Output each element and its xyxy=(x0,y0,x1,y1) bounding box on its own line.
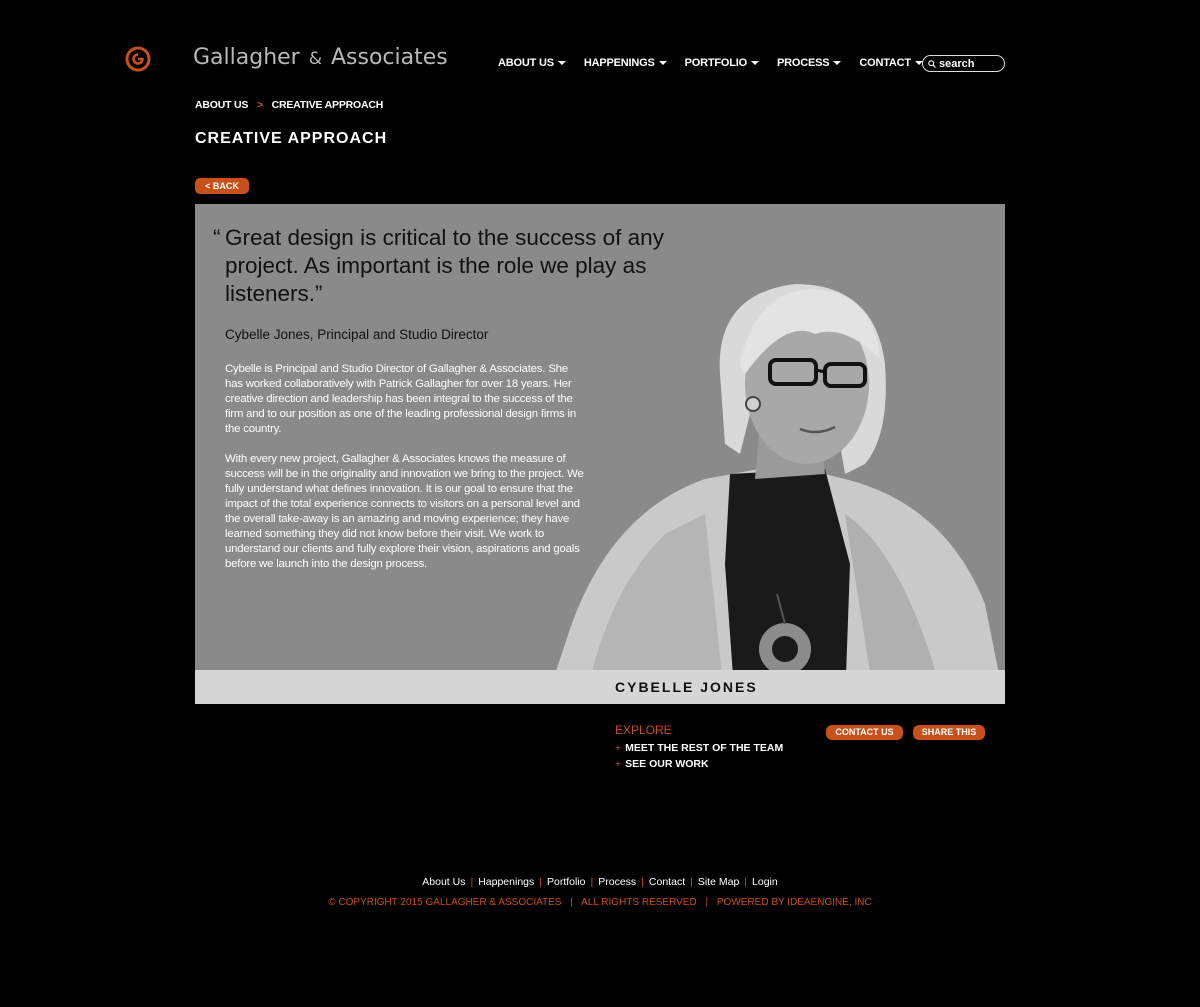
bio-text: Cybelle is Principal and Studio Director… xyxy=(225,362,585,587)
main-nav: ABOUT US HAPPENINGS PORTFOLIO PROCESS CO… xyxy=(498,57,941,69)
nav-label: PORTFOLIO xyxy=(684,57,748,69)
contact-us-button[interactable]: CONTACT US xyxy=(826,725,903,740)
back-button[interactable]: < BACK xyxy=(195,178,249,194)
nav-portfolio[interactable]: PORTFOLIO xyxy=(685,57,759,69)
explore-heading: EXPLORE xyxy=(615,723,672,737)
caret-down-icon xyxy=(750,61,759,65)
breadcrumb-separator: > xyxy=(256,99,263,111)
quote-attribution: Cybelle Jones, Principal and Studio Dire… xyxy=(225,327,489,342)
footer-link-contact[interactable]: Contact xyxy=(644,876,690,888)
share-this-button[interactable]: SHARE THIS xyxy=(913,725,985,740)
quote-text: Great design is critical to the success … xyxy=(225,225,664,306)
copyright-separator: | xyxy=(705,897,709,908)
brand-suffix: Associates xyxy=(331,45,448,70)
powered-by-link[interactable]: POWERED BY IDEAENGINE, INC xyxy=(717,897,872,908)
bio-paragraph-2: With every new project, Gallagher & Asso… xyxy=(225,453,584,570)
nav-process[interactable]: PROCESS xyxy=(776,57,842,69)
link-label: MEET THE REST OF THE TEAM xyxy=(625,742,784,754)
plus-icon: + xyxy=(615,758,622,770)
caret-down-icon xyxy=(557,61,566,65)
brand-name[interactable]: Gallagher & Associates xyxy=(193,45,448,70)
copyright-separator: | xyxy=(570,897,573,908)
nav-label: ABOUT US xyxy=(498,57,554,69)
page-title: CREATIVE APPROACH xyxy=(195,130,388,147)
nav-label: CONTACT xyxy=(859,57,911,69)
nav-contact[interactable]: CONTACT xyxy=(859,57,923,69)
copyright-line: © COPYRIGHT 2015 GALLAGHER & ASSOCIATES … xyxy=(0,897,1200,908)
nav-about-us[interactable]: ABOUT US xyxy=(498,57,566,69)
breadcrumb: ABOUT US > CREATIVE APPROACH xyxy=(195,99,383,111)
link-label: SEE OUR WORK xyxy=(625,758,709,770)
search-icon xyxy=(928,59,936,68)
rights-text: ALL RIGHTS RESERVED xyxy=(581,897,697,908)
footer-link-site-map[interactable]: Site Map xyxy=(693,876,744,888)
nav-happenings[interactable]: HAPPENINGS xyxy=(584,57,667,69)
nav-label: HAPPENINGS xyxy=(583,57,655,69)
search-box xyxy=(922,55,1005,72)
footer-links: About Us | Happenings | Portfolio | Proc… xyxy=(0,876,1200,888)
bio-paragraph-1: Cybelle is Principal and Studio Director… xyxy=(225,363,576,435)
breadcrumb-current: CREATIVE APPROACH xyxy=(271,99,384,111)
footer-link-process[interactable]: Process xyxy=(593,876,641,888)
plus-icon: + xyxy=(615,742,622,754)
search-input[interactable] xyxy=(936,57,1002,70)
explore-section: EXPLORE + MEET THE REST OF THE TEAM + SEE … xyxy=(615,723,783,774)
quote-open-mark: “ xyxy=(213,225,221,250)
footer-link-happenings[interactable]: Happenings xyxy=(473,876,539,888)
see-our-work-link[interactable]: + SEE OUR WORK xyxy=(615,758,783,770)
caret-down-icon xyxy=(658,61,667,65)
footer-link-login[interactable]: Login xyxy=(747,876,783,888)
person-name: CYBELLE JONES xyxy=(615,679,758,695)
brand-ampersand: & xyxy=(308,49,322,69)
nav-label: PROCESS xyxy=(776,57,830,69)
copyright-text: © COPYRIGHT 2015 GALLAGHER & ASSOCIATES xyxy=(328,897,562,908)
footer-link-portfolio[interactable]: Portfolio xyxy=(542,876,591,888)
portrait-image xyxy=(545,284,1005,704)
meet-team-link[interactable]: + MEET THE REST OF THE TEAM xyxy=(615,742,783,754)
brand-word: Gallagher xyxy=(193,45,300,70)
logo-icon[interactable] xyxy=(125,46,151,72)
breadcrumb-about-us[interactable]: ABOUT US xyxy=(195,99,248,111)
pull-quote: “ Great design is critical to the succes… xyxy=(213,224,673,308)
name-band: CYBELLE JONES xyxy=(195,670,1005,704)
profile-panel: “ Great design is critical to the succes… xyxy=(195,204,1005,704)
caret-down-icon xyxy=(833,61,842,65)
footer-link-about-us[interactable]: About Us xyxy=(417,876,470,888)
